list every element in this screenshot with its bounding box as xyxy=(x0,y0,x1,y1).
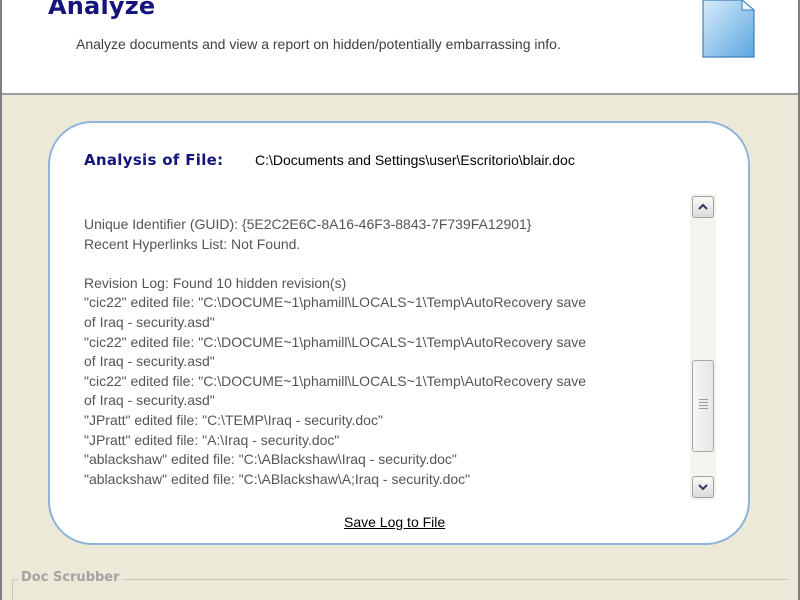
log-line: of Iraq - security.asd" xyxy=(84,353,215,370)
save-log-link[interactable]: Save Log to File xyxy=(344,514,445,530)
log-line: "JPratt" edited file: "A:\Iraq - securit… xyxy=(84,431,340,448)
log-line: "ablackshaw" edited file: "C:\ABlackshaw… xyxy=(84,451,457,468)
page-title: Analyze xyxy=(48,0,156,20)
log-line: of Iraq - security.asd" xyxy=(84,392,215,409)
log-line: "ablackshaw" edited file: "C:\ABlackshaw… xyxy=(84,470,471,487)
scroll-thumb[interactable] xyxy=(692,360,714,452)
file-path: C:\Documents and Settings\user\Escritori… xyxy=(255,152,575,168)
log-line: "JPratt" edited file: "C:\TEMP\Iraq - se… xyxy=(84,411,383,428)
log-scrollbar[interactable] xyxy=(690,194,716,500)
grip-icon xyxy=(699,399,708,411)
log-line: "cic22" edited file: "C:\DOCUME~1\phamil… xyxy=(84,294,587,311)
log-line: Revision Log: Found 10 hidden revision(s… xyxy=(84,274,347,291)
group-box-corner xyxy=(12,579,13,600)
header: Analyze Analyze documents and view a rep… xyxy=(2,0,798,95)
group-box-label: Doc Scrubber xyxy=(18,570,123,585)
document-icon xyxy=(702,0,756,58)
log-line: Recent Hyperlinks List: Not Found. xyxy=(84,235,301,252)
log-line: "cic22" edited file: "C:\DOCUME~1\phamil… xyxy=(84,372,587,389)
group-box-border xyxy=(12,579,788,581)
analysis-panel: Analysis of File: C:\Documents and Setti… xyxy=(48,121,750,545)
log-line: of Iraq - security.asd" xyxy=(84,313,215,330)
log-line: Unique Identifier (GUID): {5E2C2E6C-8A16… xyxy=(84,216,532,232)
chevron-down-icon xyxy=(698,484,708,491)
scroll-up-button[interactable] xyxy=(692,196,714,218)
log-line: "cic22" edited file: "C:\DOCUME~1\phamil… xyxy=(84,333,587,350)
analysis-log[interactable]: Unique Identifier (GUID): {5E2C2E6C-8A16… xyxy=(84,215,696,495)
page-subtitle: Analyze documents and view a report on h… xyxy=(76,36,561,52)
scroll-down-button[interactable] xyxy=(692,476,714,498)
chevron-up-icon xyxy=(698,203,708,210)
analysis-label: Analysis of File: xyxy=(84,151,224,169)
